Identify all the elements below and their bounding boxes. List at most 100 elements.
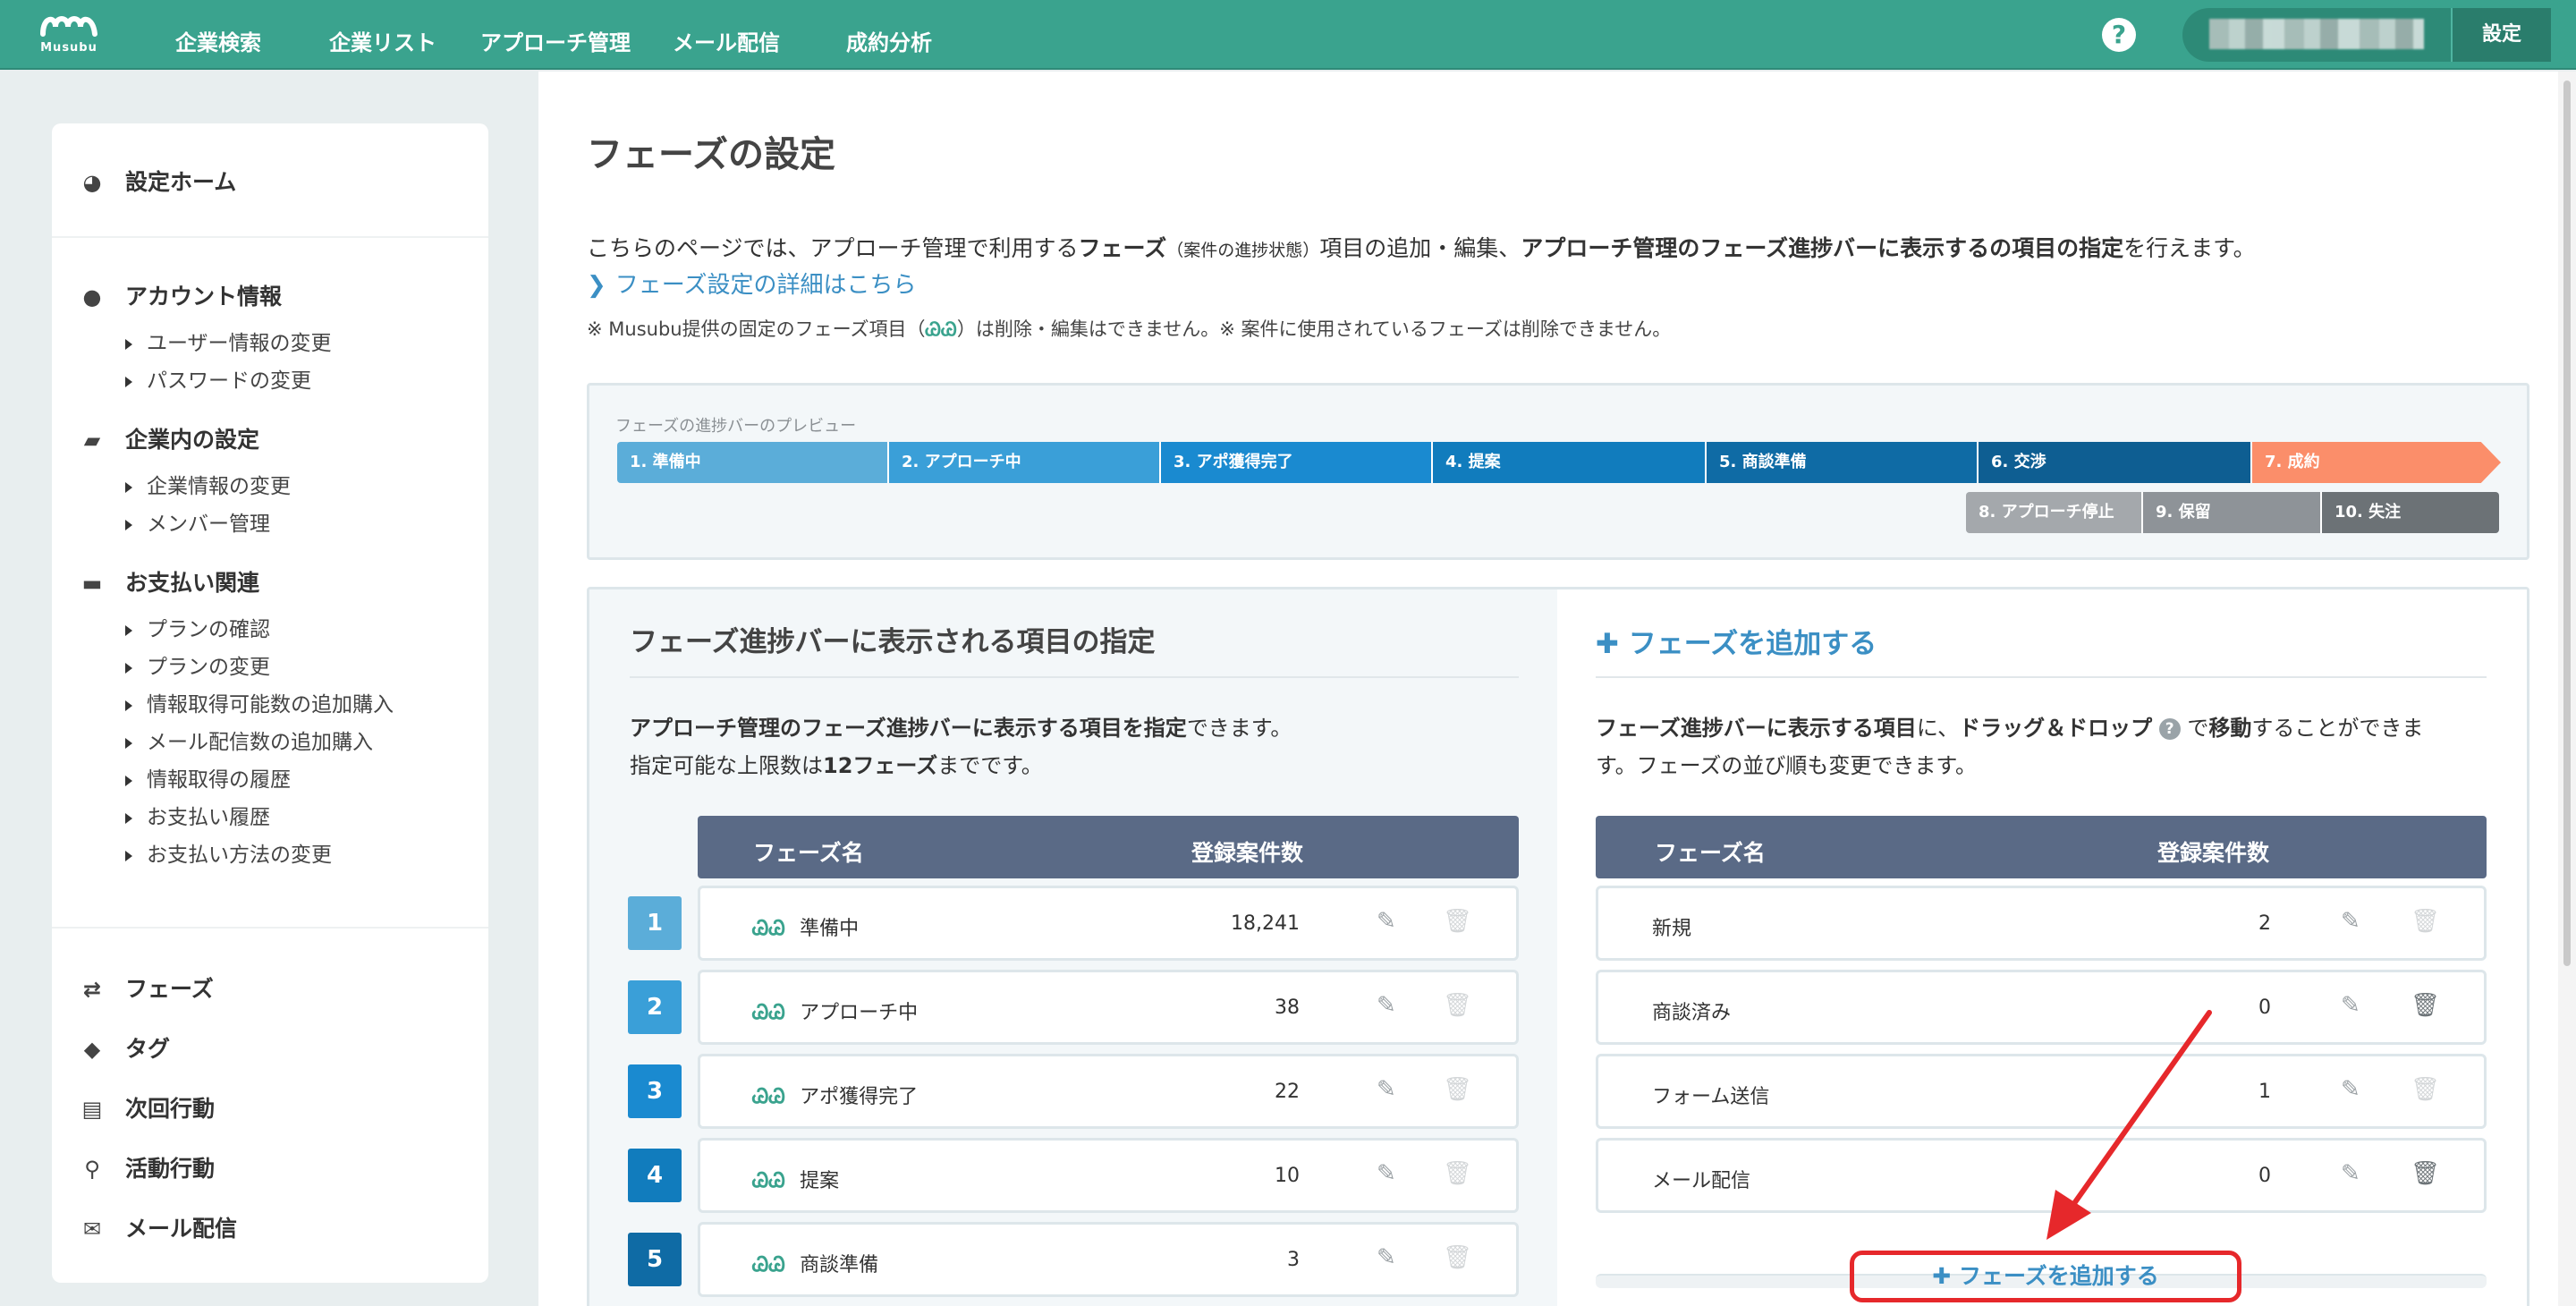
plus-icon: ✚ <box>1596 628 1629 660</box>
case-count: 10 <box>1275 1165 1300 1187</box>
pencil-icon[interactable]: ✎ <box>1377 908 1396 935</box>
book-icon: ▰ <box>83 428 101 453</box>
musubu-logo[interactable]: Musubu <box>36 9 102 61</box>
question-icon[interactable]: ? <box>2158 718 2181 740</box>
divider <box>630 676 1519 678</box>
settings-button[interactable]: 設定 <box>2451 8 2551 62</box>
preview-phase-7: 7. 成約 <box>2252 442 2501 483</box>
phase-name: ᏊᏊ アポ獲得完了 <box>752 1086 919 1108</box>
displayed-phase-row[interactable]: ᏊᏊ アプローチ中 38 ✎ 🗑 <box>698 970 1519 1045</box>
trash-icon-disabled: 🗑 <box>1443 1244 1473 1271</box>
left-table-header: フェーズ名 登録案件数 <box>698 816 1519 878</box>
preview-phase-2: 2. アプローチ中 <box>889 442 1161 483</box>
trash-icon[interactable]: 🗑 <box>2411 992 2440 1019</box>
pencil-icon[interactable]: ✎ <box>2341 1160 2360 1187</box>
sidebar-divider <box>52 927 488 929</box>
col-case-count: 登録案件数 <box>1191 840 1304 866</box>
trash-icon-disabled: 🗑 <box>1443 908 1473 935</box>
sidebar-item-members[interactable]: メンバー管理 <box>125 506 270 537</box>
credit-card-icon: ▬ <box>81 571 103 596</box>
sidebar-item-payment-history[interactable]: お支払い履歴 <box>125 800 270 830</box>
displayed-phase-row[interactable]: ᏊᏊ アポ獲得完了 22 ✎ 🗑 <box>698 1054 1519 1129</box>
displayed-phase-row[interactable]: ᏊᏊ 商談準備 3 ✎ 🗑 <box>698 1222 1519 1297</box>
user-icon: ● <box>82 284 102 310</box>
trash-icon-disabled: 🗑 <box>2411 1076 2441 1103</box>
pencil-icon[interactable]: ✎ <box>1377 992 1396 1019</box>
user-account-menu[interactable] <box>2182 8 2451 62</box>
sidebar-item-mail-purchase[interactable]: メール配信数の追加購入 <box>125 725 373 755</box>
trash-icon[interactable]: 🗑 <box>2411 1160 2440 1187</box>
phase-order-number: 4 <box>628 1149 682 1202</box>
musubu-mark-icon: ᏊᏊ <box>752 918 786 940</box>
divider <box>1596 676 2487 678</box>
preview-phase-4: 4. 提案 <box>1433 442 1707 483</box>
scrollbar-thumb[interactable] <box>2563 81 2571 966</box>
chevron-right-icon: ❯ <box>587 272 606 299</box>
sidebar-item-payment-method[interactable]: お支払い方法の変更 <box>125 837 332 868</box>
sidebar-item-password[interactable]: パスワードの変更 <box>125 363 311 394</box>
nav-deal-analysis[interactable]: 成約分析 <box>846 25 932 56</box>
preview-label: フェーズの進捗バーのプレビュー <box>615 417 857 436</box>
phase-name: 商談済み <box>1652 1002 1732 1024</box>
sidebar-item-next-action[interactable]: ▤ 次回行動 <box>79 1091 215 1124</box>
trash-icon-disabled: 🗑 <box>1443 1160 1473 1187</box>
phase-detail-link[interactable]: ❯ フェーズ設定の詳細はこちら <box>587 267 917 300</box>
case-count: 2 <box>2258 912 2271 935</box>
phase-name: ᏊᏊ 提案 <box>752 1170 840 1192</box>
phase-order-number: 3 <box>628 1064 682 1118</box>
sidebar-item-tag[interactable]: ◆ タグ <box>79 1031 170 1064</box>
pencil-icon[interactable]: ✎ <box>2341 1076 2360 1103</box>
pencil-icon[interactable]: ✎ <box>1377 1244 1396 1271</box>
sidebar-item-activity[interactable]: ⚲ 活動行動 <box>79 1151 215 1183</box>
preview-phase-10: 10. 失注 <box>2322 492 2499 533</box>
musubu-mark-icon: ᏊᏊ <box>925 318 957 340</box>
settings-sidebar: ◕ 設定ホーム ● アカウント情報 ユーザー情報の変更 パスワードの変更 ▰ 企業内の… <box>52 123 488 1283</box>
preview-phase-3: 3. アポ獲得完了 <box>1161 442 1433 483</box>
add-phase-button[interactable]: ✚ フェーズを追加する <box>1850 1251 2241 1302</box>
pencil-icon[interactable]: ✎ <box>1377 1160 1396 1187</box>
plus-icon: ✚ <box>1932 1263 1959 1289</box>
nav-company-list[interactable]: 企業リスト <box>329 25 436 56</box>
sidebar-item-user-info[interactable]: ユーザー情報の変更 <box>125 326 332 356</box>
nav-company-search[interactable]: 企業検索 <box>175 25 261 56</box>
nav-mail-delivery[interactable]: メール配信 <box>673 25 780 56</box>
pencil-icon[interactable]: ✎ <box>1377 1076 1396 1103</box>
musubu-mark-icon: ᏊᏊ <box>752 1254 786 1276</box>
page-description: こちらのページでは、アプローチ管理で利用するフェーズ（案件の進捗状態）項目の追加… <box>587 235 2256 261</box>
trash-icon-disabled: 🗑 <box>1443 992 1473 1019</box>
sidebar-item-plan-change[interactable]: プランの変更 <box>125 649 270 680</box>
pencil-icon[interactable]: ✎ <box>2341 908 2360 935</box>
add-phase-title: ✚ フェーズを追加する <box>1596 628 1877 660</box>
sidebar-item-info-history[interactable]: 情報取得の履歴 <box>125 762 291 793</box>
displayed-phase-row[interactable]: ᏊᏊ 提案 10 ✎ 🗑 <box>698 1138 1519 1213</box>
phase-name: 新規 <box>1652 918 1692 940</box>
sidebar-item-plan-check[interactable]: プランの確認 <box>125 612 270 642</box>
preview-phase-9: 9. 保留 <box>2143 492 2322 533</box>
dashboard-icon: ◕ <box>82 170 102 195</box>
phase-name: フォーム送信 <box>1652 1086 1770 1108</box>
walking-icon: ⚲ <box>84 1157 100 1182</box>
sidebar-item-phase[interactable]: ⇄ フェーズ <box>79 971 214 1004</box>
musubu-mark-icon: ᏊᏊ <box>752 1002 786 1024</box>
custom-phase-row[interactable]: 新規 2 ✎ 🗑 <box>1596 886 2487 961</box>
red-arrow-annotation <box>2046 1010 2212 1240</box>
sidebar-item-info-purchase[interactable]: 情報取得可能数の追加購入 <box>125 687 394 717</box>
calendar-icon: ▤ <box>81 1097 103 1122</box>
add-phase-desc-2: す。フェーズの並び順も変更できます。 <box>1596 753 1977 778</box>
page-title: フェーズの設定 <box>587 134 835 175</box>
help-icon[interactable]: ? <box>2102 18 2136 52</box>
trash-icon-disabled: 🗑 <box>1443 1076 1473 1103</box>
sidebar-item-company-info[interactable]: 企業情報の変更 <box>125 469 291 499</box>
sidebar-item-settings-home[interactable]: ◕ 設定ホーム <box>79 165 237 197</box>
phase-name: ᏊᏊ 商談準備 <box>752 1254 879 1276</box>
fixed-phase-note: ※ Musubu提供の固定のフェーズ項目（ᏊᏊ）は削除・編集はできません。※ 案… <box>587 318 1672 340</box>
right-table-header: フェーズ名 登録案件数 <box>1596 816 2487 878</box>
case-count: 22 <box>1275 1081 1300 1103</box>
case-count: 3 <box>1287 1249 1300 1271</box>
preview-phase-1: 1. 準備中 <box>617 442 889 483</box>
nav-approach-management[interactable]: アプローチ管理 <box>480 25 631 56</box>
sidebar-heading-payment: ▬ お支払い関連 <box>79 565 259 598</box>
pencil-icon[interactable]: ✎ <box>2341 992 2360 1019</box>
displayed-phase-row[interactable]: ᏊᏊ 準備中 18,241 ✎ 🗑 <box>698 886 1519 961</box>
sidebar-item-mail[interactable]: ✉ メール配信 <box>79 1211 237 1243</box>
